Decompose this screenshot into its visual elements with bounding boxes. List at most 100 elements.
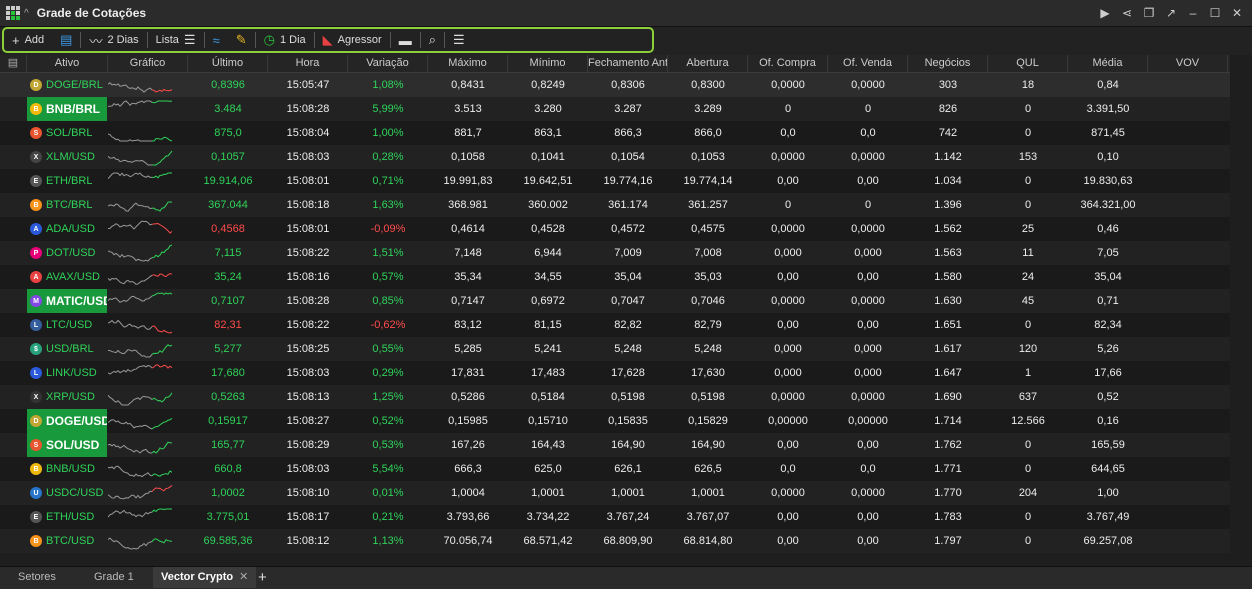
table-row[interactable]: B BNB/USD 660,8 15:08:03 5,54% 666,3 625,0 626,… bbox=[0, 457, 1230, 481]
close-icon[interactable]: ✕ bbox=[1228, 4, 1246, 22]
abertura-cell: 19.774,14 bbox=[683, 175, 733, 187]
column-header[interactable]: Máximo bbox=[428, 55, 508, 72]
indicator-button[interactable]: ≈ bbox=[205, 29, 228, 51]
trend-icon[interactable]: ↗ bbox=[1162, 4, 1180, 22]
hora-cell: 15:05:47 bbox=[286, 79, 330, 91]
table-row[interactable]: B BNB/BRL 3.484 15:08:28 5,99% 3.513 3.280 3.28… bbox=[0, 97, 1230, 121]
table-row[interactable]: A ADA/USD 0,4568 15:08:01 -0,09% 0,4614 0,4528… bbox=[0, 217, 1230, 241]
column-header[interactable]: Mínimo bbox=[508, 55, 588, 72]
interval-button[interactable]: ◷ 1 Dia bbox=[256, 29, 314, 51]
asset-cell[interactable]: D DOGE/BRL bbox=[27, 73, 107, 97]
of_venda-cell: 0,00000 bbox=[848, 415, 888, 427]
video-icon[interactable]: ▶ bbox=[1096, 4, 1114, 22]
vov-cell bbox=[1148, 313, 1228, 337]
collapse-caret-icon[interactable]: ^ bbox=[24, 8, 29, 19]
asset-cell[interactable]: S SOL/USD bbox=[27, 433, 107, 457]
asset-cell[interactable]: X XRP/USD bbox=[27, 385, 107, 409]
asset-cell[interactable]: E ETH/BRL bbox=[27, 169, 107, 193]
settings-button[interactable]: ☰ bbox=[445, 29, 473, 51]
asset-cell[interactable]: B BNB/BRL bbox=[27, 97, 107, 121]
asset-cell[interactable]: D DOGE/USD bbox=[27, 409, 107, 433]
agressor-button[interactable]: ◣ Agressor bbox=[315, 29, 390, 51]
asset-cell[interactable]: A ADA/USD bbox=[27, 217, 107, 241]
draw-tool-button[interactable]: ✎ bbox=[228, 29, 255, 51]
table-row[interactable]: D DOGE/BRL 0,8396 15:05:47 1,08% 0,8431 0,8249… bbox=[0, 73, 1230, 97]
asset-cell[interactable]: U USDC/USD bbox=[27, 481, 107, 505]
column-header[interactable]: Abertura bbox=[668, 55, 748, 72]
qul-cell: 153 bbox=[1018, 151, 1038, 163]
asset-cell[interactable]: L LTC/USD bbox=[27, 313, 107, 337]
tab-vector-crypto[interactable]: Vector Crypto ✕ bbox=[153, 567, 257, 588]
table-row[interactable]: B BTC/USD 69.585,36 15:08:12 1,13% 70.056,74 6… bbox=[0, 529, 1230, 553]
table-row[interactable]: B BTC/BRL 367.044 15:08:18 1,63% 368.981 360.0… bbox=[0, 193, 1230, 217]
column-header[interactable]: Último bbox=[188, 55, 268, 72]
asset-cell[interactable]: S SOL/BRL bbox=[27, 121, 107, 145]
asset-cell[interactable]: P DOT/USD bbox=[27, 241, 107, 265]
asset-cell[interactable]: X XLM/USD bbox=[27, 145, 107, 169]
sparkline-today bbox=[151, 172, 172, 179]
column-header[interactable]: Hora bbox=[268, 55, 348, 72]
column-header[interactable]: Negócios bbox=[908, 55, 988, 72]
variacao-cell: 1,08% bbox=[372, 79, 404, 91]
media-cell: 3.391,50 bbox=[1086, 103, 1130, 115]
folder-button[interactable]: ▬ bbox=[391, 29, 420, 51]
detach-icon[interactable]: ❐ bbox=[1140, 4, 1158, 22]
table-row[interactable]: S SOL/USD 165,77 15:08:29 0,53% 167,26 164,43 1… bbox=[0, 433, 1230, 457]
asset-cell[interactable]: B BTC/BRL bbox=[27, 193, 107, 217]
grid-scrollbar[interactable] bbox=[1230, 55, 1252, 553]
vov-cell bbox=[1148, 289, 1228, 313]
table-row[interactable]: X XLM/USD 0,1057 15:08:03 0,28% 0,1058 0,1041 0… bbox=[0, 145, 1230, 169]
asset-cell[interactable]: A AVAX/USD bbox=[27, 265, 107, 289]
sparkline-history bbox=[108, 537, 153, 550]
column-header[interactable]: QUL bbox=[988, 55, 1068, 72]
asset-cell[interactable]: M MATIC/USD bbox=[27, 289, 107, 313]
tab-bar: Setores Grade 1 Vector Crypto ✕ + bbox=[0, 566, 1252, 589]
table-row[interactable]: L LINK/USD 17,680 15:08:03 0,29% 17,831 17,483… bbox=[0, 361, 1230, 385]
table-row[interactable]: A AVAX/USD 35,24 15:08:16 0,57% 35,34 34,55 35,… bbox=[0, 265, 1230, 289]
asset-cell[interactable]: B BTC/USD bbox=[27, 529, 107, 553]
period-button[interactable]: 〰 2 Dias bbox=[81, 29, 146, 51]
tab-grade-1[interactable]: Grade 1 bbox=[86, 567, 142, 588]
asset-cell[interactable]: $ USD/BRL bbox=[27, 337, 107, 361]
add-tab-icon[interactable]: + bbox=[258, 567, 267, 588]
close-tab-icon[interactable]: ✕ bbox=[239, 571, 248, 583]
asset-cell[interactable]: B BNB/USD bbox=[27, 457, 107, 481]
sparkline-history bbox=[108, 319, 153, 331]
table-row[interactable]: U USDC/USD 1,0002 15:08:10 0,01% 1,0004 1,0001… bbox=[0, 481, 1230, 505]
ultimo-cell: 0,5263 bbox=[211, 391, 245, 403]
column-header[interactable]: Fechamento Ant bbox=[588, 55, 668, 72]
column-header[interactable]: Variação bbox=[348, 55, 428, 72]
database-button[interactable]: ▤ bbox=[52, 29, 80, 51]
table-row[interactable]: E ETH/USD 3.775,01 15:08:17 0,21% 3.793,66 3.7… bbox=[0, 505, 1230, 529]
minimize-icon[interactable]: – bbox=[1184, 4, 1202, 22]
table-row[interactable]: D DOGE/USD 0,15917 15:08:27 0,52% 0,15985 0,15… bbox=[0, 409, 1230, 433]
search-button[interactable]: ⌕ bbox=[421, 29, 444, 51]
asset-name: ADA/USD bbox=[46, 223, 95, 235]
column-header[interactable]: Of. Compra bbox=[748, 55, 828, 72]
lista-button[interactable]: Lista ☰ bbox=[148, 29, 204, 51]
table-row[interactable]: P DOT/USD 7,115 15:08:22 1,51% 7,148 6,944 7,00… bbox=[0, 241, 1230, 265]
asset-cell[interactable]: L LINK/USD bbox=[27, 361, 107, 385]
column-header[interactable]: VOV bbox=[1148, 55, 1228, 72]
abertura-cell: 68.814,80 bbox=[683, 535, 733, 547]
tab-setores[interactable]: Setores bbox=[10, 567, 64, 588]
variacao-cell: -0,09% bbox=[370, 223, 406, 235]
column-header[interactable]: Média bbox=[1068, 55, 1148, 72]
share-icon[interactable]: ⋖ bbox=[1118, 4, 1136, 22]
coin-icon: U bbox=[30, 487, 42, 499]
table-row[interactable]: M MATIC/USD 0,7107 15:08:28 0,85% 0,7147 0,697… bbox=[0, 289, 1230, 313]
table-row[interactable]: L LTC/USD 82,31 15:08:22 -0,62% 83,12 81,15 82,… bbox=[0, 313, 1230, 337]
maximize-icon[interactable]: ☐ bbox=[1206, 4, 1224, 22]
table-row[interactable]: X XRP/USD 0,5263 15:08:13 1,25% 0,5286 0,5184 0… bbox=[0, 385, 1230, 409]
abertura-cell: 0,8300 bbox=[691, 79, 725, 91]
minimo-cell: 17,483 bbox=[531, 367, 565, 379]
table-row[interactable]: S SOL/BRL 875,0 15:08:04 1,00% 881,7 863,1 866,… bbox=[0, 121, 1230, 145]
asset-cell[interactable]: E ETH/USD bbox=[27, 505, 107, 529]
add-button[interactable]: + Add bbox=[4, 29, 52, 51]
column-header[interactable]: Gráfico bbox=[108, 55, 188, 72]
column-header[interactable]: Ativo bbox=[27, 55, 108, 72]
table-row[interactable]: E ETH/BRL 19.914,06 15:08:01 0,71% 19.991,83 1… bbox=[0, 169, 1230, 193]
table-row[interactable]: $ USD/BRL 5,277 15:08:25 0,55% 5,285 5,241 5,24… bbox=[0, 337, 1230, 361]
column-header[interactable]: Of. Venda bbox=[828, 55, 908, 72]
grid-menu-icon[interactable]: ▤ bbox=[0, 55, 27, 72]
